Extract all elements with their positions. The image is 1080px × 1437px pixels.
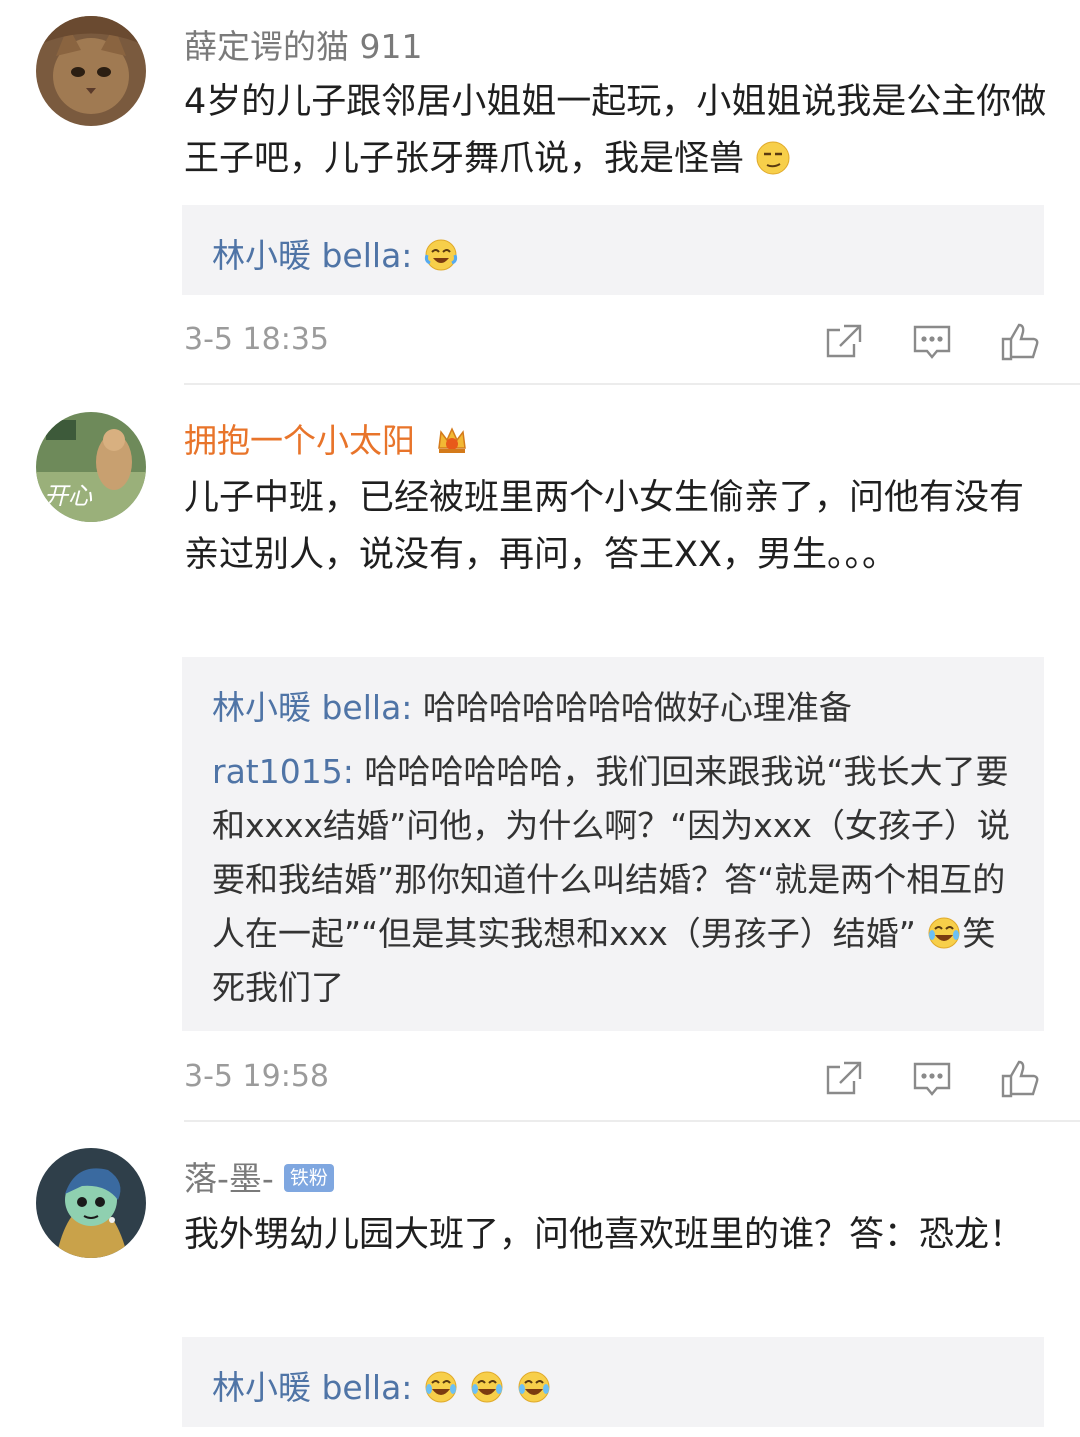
reply-box[interactable]: 林小暖 bella: — [182, 1337, 1044, 1427]
laugh-emoji-icon — [516, 1369, 552, 1405]
reply-username[interactable]: 林小暖 bella: — [212, 688, 412, 727]
reply: rat1015: 哈哈哈哈哈哈，我们回来跟我说“我长大了要和xxxx结婚”问他，… — [212, 745, 1014, 1015]
comment-icon[interactable] — [912, 322, 952, 362]
comment-meta: 3-5 19:58 — [184, 1059, 1044, 1103]
reply: 林小暖 bella: — [212, 1361, 1014, 1415]
laugh-emoji-icon — [423, 1369, 459, 1405]
comment-icon[interactable] — [912, 1059, 952, 1099]
reply-box[interactable]: 林小暖 bella: 哈哈哈哈哈哈哈做好心理准备 rat1015: 哈哈哈哈哈哈… — [182, 657, 1044, 1031]
reply: 林小暖 bella: 哈哈哈哈哈哈哈做好心理准备 — [212, 681, 1014, 735]
timestamp: 3-5 18:35 — [184, 322, 329, 357]
avatar[interactable]: 开心 — [36, 412, 146, 522]
reply-text: 哈哈哈哈哈哈哈做好心理准备 — [422, 688, 852, 727]
avatar[interactable] — [36, 1148, 146, 1258]
share-icon[interactable] — [824, 322, 864, 362]
comment-meta: 3-5 18:35 — [184, 322, 1044, 366]
reply-username[interactable]: 林小暖 bella: — [212, 1368, 412, 1407]
laugh-cry-emoji-icon — [423, 237, 459, 273]
divider — [184, 1120, 1080, 1122]
smirk-emoji-icon — [755, 140, 791, 176]
username[interactable]: 落-墨- 铁粉 — [184, 1152, 334, 1200]
comment-text: 儿子中班，已经被班里两个小女生偷亲了，问他有没有亲过别人，说没有，再问，答王XX… — [184, 478, 1025, 575]
reply-box[interactable]: 林小暖 bella: — [182, 205, 1044, 295]
username[interactable]: 薛定谔的猫 911 — [184, 20, 422, 68]
comment-text: 我外甥幼儿园大班了，问他喜欢班里的谁？答：恐龙！ — [184, 1215, 1025, 1255]
username[interactable]: 拥抱一个小太阳 — [184, 414, 470, 462]
like-icon[interactable] — [1000, 1059, 1040, 1099]
divider — [184, 383, 1080, 385]
avatar-caption: 开心 — [44, 482, 92, 510]
reply-username[interactable]: 林小暖 bella: — [212, 236, 412, 275]
avatar[interactable] — [36, 16, 146, 126]
reply: 林小暖 bella: — [212, 229, 1014, 283]
fan-badge: 铁粉 — [283, 1164, 334, 1192]
crown-badge-icon — [434, 422, 470, 458]
like-icon[interactable] — [1000, 322, 1040, 362]
timestamp: 3-5 19:58 — [184, 1059, 329, 1094]
share-icon[interactable] — [824, 1059, 864, 1099]
reply-username[interactable]: rat1015: — [212, 752, 354, 791]
comment-text: 4岁的儿子跟邻居小姐姐一起玩，小姐姐说我是公主你做王子吧，儿子张牙舞爪说，我是怪… — [184, 82, 1047, 179]
laugh-emoji-icon — [469, 1369, 505, 1405]
laugh-emoji-icon — [926, 915, 962, 951]
